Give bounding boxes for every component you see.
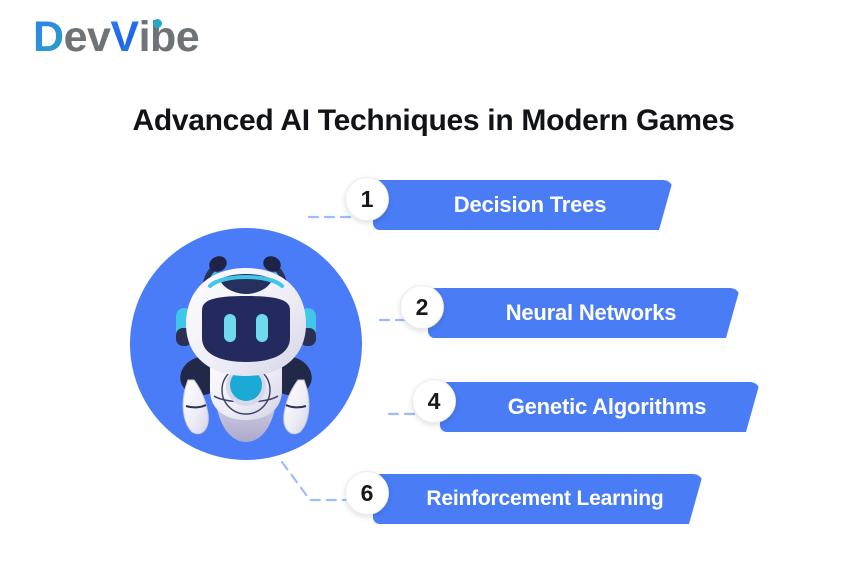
technique-banner[interactable]: Reinforcement Learning <box>373 474 703 524</box>
logo-letters-ibe: ibe <box>139 16 200 59</box>
infographic-page: Dev Vibe Advanced AI Techniques in Modern… <box>0 0 867 577</box>
page-title: Advanced AI Techniques in Modern Games <box>132 104 735 137</box>
logo-letter-v: V <box>110 13 139 61</box>
badge-number: 6 <box>360 479 374 506</box>
robot-mascot-icon <box>176 256 316 442</box>
badge-number: 1 <box>360 185 374 212</box>
status-badge: 6 <box>345 471 389 515</box>
logo-i-dot-icon <box>152 19 162 28</box>
logo-ibe-text: ibe <box>138 13 200 61</box>
badge-number: 4 <box>427 387 441 414</box>
technique-banner[interactable]: Neural Networks <box>428 288 740 338</box>
logo-letter-d: D <box>33 13 64 61</box>
badge-number: 2 <box>415 293 429 320</box>
technique-label: Genetic Algorithms <box>507 394 707 419</box>
technique-banner[interactable]: Genetic Algorithms <box>440 382 760 432</box>
brand-logo[interactable]: Dev Vibe <box>33 13 200 61</box>
technique-banner[interactable]: Decision Trees <box>373 180 673 230</box>
status-badge: 1 <box>345 177 389 221</box>
robot-illustration <box>130 228 362 460</box>
technique-label: Neural Networks <box>505 300 677 325</box>
logo-letters-ev: ev <box>63 13 111 61</box>
technique-label: Reinforcement Learning <box>426 487 664 510</box>
status-badge: 4 <box>412 379 456 423</box>
status-badge: 2 <box>400 285 444 329</box>
technique-label: Decision Trees <box>453 192 607 217</box>
